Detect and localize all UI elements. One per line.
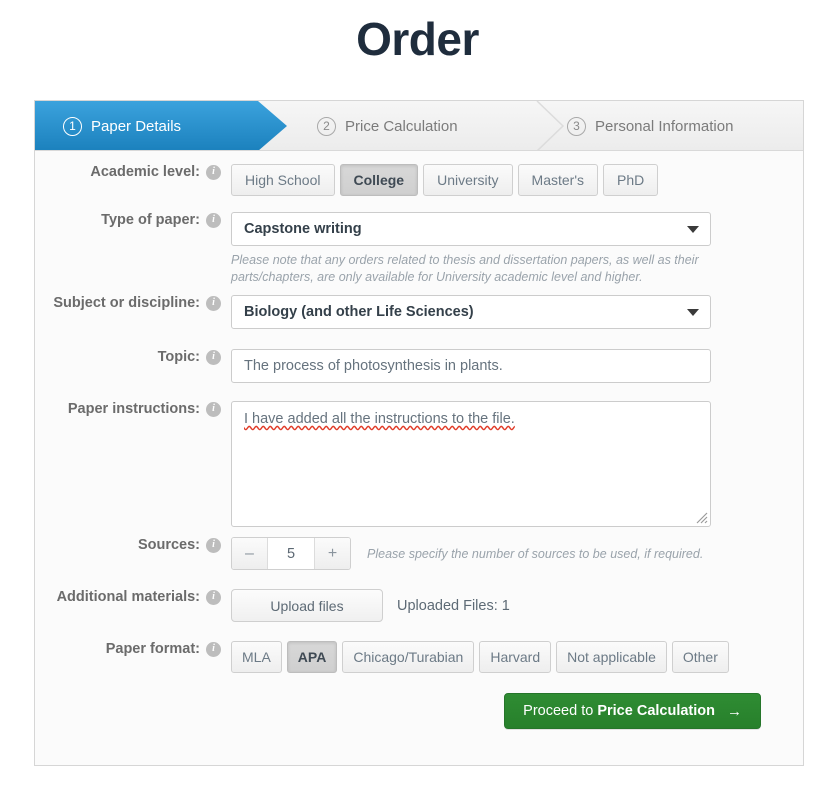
paper-format-option-other[interactable]: Other — [671, 641, 729, 673]
sources-label: Sources: i — [35, 537, 231, 553]
sources-decrement-button[interactable]: – — [232, 538, 268, 569]
sources-increment-button[interactable]: + — [314, 538, 350, 569]
type-of-paper-value: Capstone writing — [244, 221, 362, 237]
order-form-card: 1 Paper Details 2 Price Calculation 3 Pe… — [34, 100, 804, 766]
chevron-down-icon — [687, 226, 699, 233]
row-academic-level: Academic level: i High School College Un… — [35, 151, 803, 204]
info-icon[interactable]: i — [206, 401, 221, 417]
type-of-paper-field: Capstone writing Please note that any or… — [231, 212, 803, 286]
step-number-1: 1 — [63, 116, 82, 136]
tab-price-calculation[interactable]: 2 Price Calculation — [287, 101, 537, 150]
row-additional-materials: Additional materials: i Upload files Upl… — [35, 583, 803, 635]
info-icon[interactable]: i — [206, 349, 221, 365]
info-icon[interactable]: i — [206, 295, 221, 311]
subject-field: Biology (and other Life Sciences) — [231, 295, 803, 329]
proceed-button-text: Proceed to Price Calculation — [523, 703, 715, 719]
info-icon[interactable]: i — [206, 537, 221, 553]
tab-personal-information[interactable]: 3 Personal Information — [537, 101, 803, 150]
tab-price-calculation-label: Price Calculation — [345, 117, 458, 135]
info-icon[interactable]: i — [206, 164, 221, 180]
page-title: Order — [356, 13, 479, 65]
paper-instructions-field: I have added all the instructions to the… — [231, 401, 803, 527]
proceed-to-price-calculation-button[interactable]: Proceed to Price Calculation → — [504, 693, 761, 729]
subject-select[interactable]: Biology (and other Life Sciences) — [231, 295, 711, 329]
step-number-3: 3 — [567, 116, 586, 136]
additional-materials-field: Upload files Uploaded Files: 1 — [231, 589, 803, 622]
type-of-paper-hint: Please note that any orders related to t… — [231, 253, 699, 284]
info-icon[interactable]: i — [206, 641, 221, 657]
row-paper-instructions: Paper instructions: i I have added all t… — [35, 395, 803, 531]
info-icon[interactable]: i — [206, 212, 221, 228]
upload-row: Upload files Uploaded Files: 1 — [231, 589, 787, 622]
tab-personal-information-label: Personal Information — [595, 117, 734, 135]
subject-label: Subject or discipline: i — [35, 295, 231, 311]
academic-level-option-university[interactable]: University — [423, 164, 513, 196]
paper-format-option-not-applicable[interactable]: Not applicable — [556, 641, 667, 673]
topic-label: Topic: i — [35, 349, 231, 365]
paper-format-field: MLA APA Chicago/Turabian Harvard Not app… — [231, 641, 803, 673]
sources-input[interactable]: 5 — [268, 538, 314, 569]
type-of-paper-select[interactable]: Capstone writing — [231, 212, 711, 246]
step-number-2: 2 — [317, 116, 336, 136]
row-type-of-paper: Type of paper: i Capstone writing Please… — [35, 204, 803, 289]
arrow-right-icon: → — [727, 702, 742, 720]
additional-materials-label: Additional materials: i — [35, 589, 231, 605]
step-tabs: 1 Paper Details 2 Price Calculation 3 Pe… — [35, 101, 803, 151]
proceed-row: Proceed to Price Calculation → — [35, 685, 803, 729]
sources-stepper: – 5 + — [231, 537, 351, 570]
uploaded-files-status: Uploaded Files: 1 — [397, 597, 510, 614]
proceed-emphasis: Price Calculation — [597, 703, 715, 719]
topic-field: The process of photosynthesis in plants. — [231, 349, 803, 383]
paper-format-option-harvard[interactable]: Harvard — [479, 641, 552, 673]
sources-field: – 5 + Please specify the number of sourc… — [231, 537, 803, 570]
academic-level-field: High School College University Master's … — [231, 164, 803, 196]
academic-level-option-high-school[interactable]: High School — [231, 164, 335, 196]
paper-instructions-textarea[interactable]: I have added all the instructions to the… — [231, 401, 711, 527]
row-sources: Sources: i – 5 + Please specify the numb… — [35, 531, 803, 583]
paper-format-label: Paper format: i — [35, 641, 231, 657]
tab-paper-details-label: Paper Details — [91, 117, 182, 135]
row-subject: Subject or discipline: i Biology (and ot… — [35, 289, 803, 343]
paper-instructions-value: I have added all the instructions to the… — [244, 411, 515, 427]
row-topic: Topic: i The process of photosynthesis i… — [35, 343, 803, 395]
paper-format-option-apa[interactable]: APA — [286, 641, 338, 673]
info-icon[interactable]: i — [206, 589, 221, 605]
academic-level-options: High School College University Master's … — [231, 164, 787, 196]
sources-hint: Please specify the number of sources to … — [367, 546, 704, 561]
academic-level-option-masters[interactable]: Master's — [517, 164, 599, 196]
paper-format-option-chicago-turabian[interactable]: Chicago/Turabian — [342, 641, 475, 673]
topic-input[interactable]: The process of photosynthesis in plants. — [231, 349, 711, 383]
subject-value: Biology (and other Life Sciences) — [244, 304, 474, 320]
paper-format-option-mla[interactable]: MLA — [231, 641, 282, 673]
academic-level-option-college[interactable]: College — [339, 164, 419, 196]
row-paper-format: Paper format: i MLA APA Chicago/Turabian… — [35, 635, 803, 685]
chevron-down-icon — [687, 309, 699, 316]
paper-instructions-label: Paper instructions: i — [35, 401, 231, 417]
proceed-prefix: Proceed to — [523, 703, 598, 719]
upload-files-button[interactable]: Upload files — [231, 589, 383, 622]
type-of-paper-label: Type of paper: i — [35, 212, 231, 228]
paper-details-form: Academic level: i High School College Un… — [35, 151, 803, 729]
tab-paper-details[interactable]: 1 Paper Details — [35, 101, 287, 150]
academic-level-option-phd[interactable]: PhD — [603, 164, 659, 196]
academic-level-label: Academic level: i — [35, 164, 231, 180]
resize-grip-icon[interactable] — [694, 510, 708, 524]
paper-format-options: MLA APA Chicago/Turabian Harvard Not app… — [231, 641, 787, 673]
